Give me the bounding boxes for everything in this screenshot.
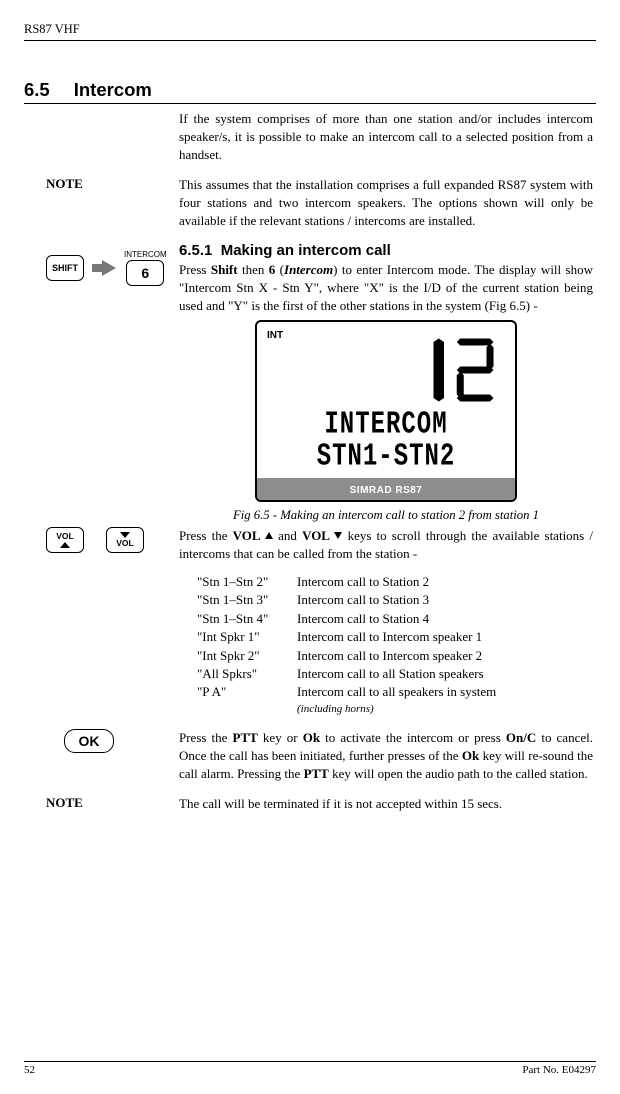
vol-up-key-icon: VOL [46,527,84,553]
list-item: "All Spkrs"Intercom call to all Station … [197,665,593,683]
note2-label: NOTE [46,795,83,811]
ok-key-icon: OK [64,729,114,753]
vol-paragraph: Press the VOL and VOL keys to scroll thr… [179,527,593,563]
vol-down-label: VOL [116,539,133,548]
section-heading: 6.5 Intercom [24,79,596,104]
list-item: "Stn 1–Stn 2"Intercom call to Station 2 [197,573,593,591]
vol-up-label: VOL [56,532,73,541]
shift-intercom-icon: SHIFT INTERCOM 6 [46,250,174,286]
lcd-line2: STN1-STN2 [267,441,505,474]
vol-down-key-icon: VOL [106,527,144,553]
options-list: "Stn 1–Stn 2"Intercom call to Station 2 … [197,573,593,718]
ok-row: OK Press the PTT key or Ok to activate t… [24,729,596,783]
page-number: 52 [24,1064,35,1076]
lcd-line1: INTERCOM [267,410,505,443]
lcd-big-digits [267,335,505,405]
ok-paragraph: Press the PTT key or Ok to activate the … [179,729,593,783]
intercom-top-label: INTERCOM [124,250,167,259]
options-note: (including horns) [297,702,593,718]
section-intro-block: If the system comprises of more than one… [179,110,593,164]
digit-2-icon [455,335,495,405]
list-item: "Int Spkr 2"Intercom call to Intercom sp… [197,647,593,665]
subsection-heading: 6.5.1 Making an intercom call [179,242,593,259]
list-item: "Stn 1–Stn 3"Intercom call to Station 3 [197,591,593,609]
note1-text: This assumes that the installation compr… [179,176,593,230]
subsection-title: Making an intercom call [221,242,391,259]
lcd-figure: INT [179,320,593,501]
note2-row: NOTE The call will be terminated if it i… [24,795,596,813]
section-number: 6.5 [24,79,50,101]
subsection-row: SHIFT INTERCOM 6 6.5.1 Making an interco… [24,242,596,523]
page-header: RS87 VHF [24,22,596,41]
list-item: "P A"Intercom call to all speakers in sy… [197,683,593,701]
note2-text: The call will be terminated if it is not… [179,795,593,813]
section-title: Intercom [74,79,152,101]
intercom-key-wrap: INTERCOM 6 [124,250,167,286]
triangle-up-icon [265,532,273,539]
figure-caption: Fig 6.5 - Making an intercom call to sta… [179,508,593,523]
ok-key-label: OK [79,733,100,749]
intercom-key-icon: 6 [126,260,164,286]
triangle-up-icon [60,542,70,548]
header-title: RS87 VHF [24,22,80,36]
subsection-p1: Press Shift then 6 (Intercom) to enter I… [179,261,593,315]
note1-label: NOTE [46,176,83,192]
shift-key-icon: SHIFT [46,255,84,281]
vol-row: VOL VOL Press the VOL and VOL keys to sc… [24,527,596,718]
vol-keys-icon: VOL VOL [46,527,144,553]
section-intro: If the system comprises of more than one… [179,110,593,164]
arrow-right-icon [92,260,116,276]
page-footer: 52 Part No. E04297 [24,1061,596,1076]
lcd-brand: SIMRAD RS87 [350,485,423,496]
intercom-key-label: 6 [141,265,149,281]
list-item: "Stn 1–Stn 4"Intercom call to Station 4 [197,610,593,628]
digit-1-icon [416,335,451,405]
list-item: "Int Spkr 1"Intercom call to Intercom sp… [197,628,593,646]
subsection-number: 6.5.1 [179,242,212,259]
shift-key-label: SHIFT [52,263,78,273]
part-number: Part No. E04297 [522,1064,596,1076]
note1-row: NOTE This assumes that the installation … [24,176,596,230]
lcd-brand-footer: SIMRAD RS87 [257,478,515,500]
